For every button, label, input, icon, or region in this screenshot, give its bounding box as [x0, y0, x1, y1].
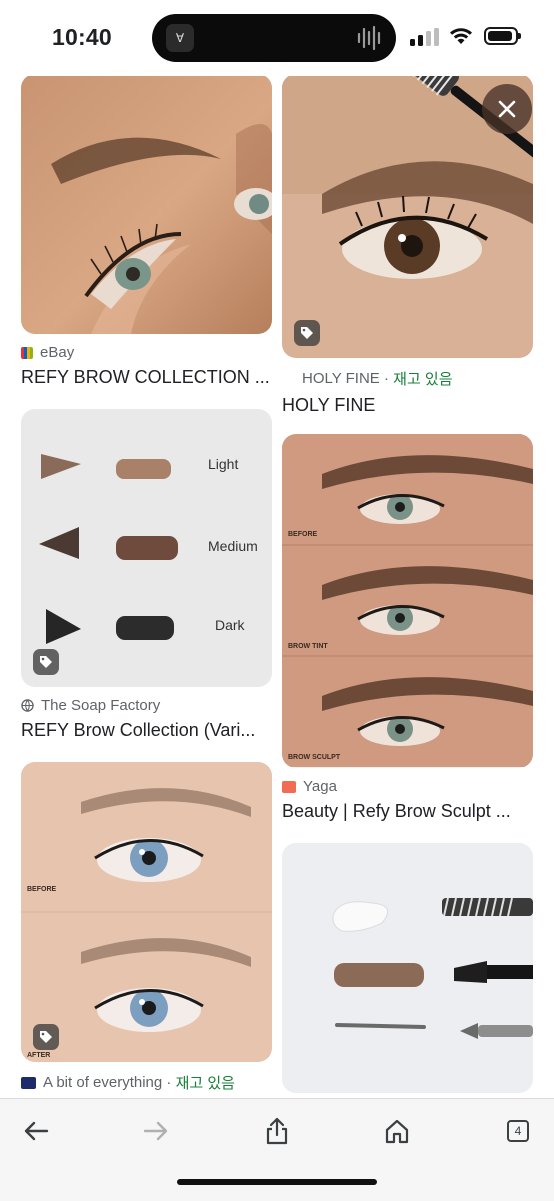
close-button[interactable] — [482, 84, 532, 134]
island-app-icon: ∀ — [166, 24, 194, 52]
wifi-icon — [450, 28, 472, 44]
share-button[interactable] — [255, 1113, 299, 1149]
result-card-yaga[interactable]: BEFORE BROW TINT BROW SCULPT Yaga Beauty… — [282, 434, 533, 822]
result-title[interactable]: HOLY FINE — [282, 395, 533, 416]
result-source: Yaga — [282, 778, 533, 795]
browser-toolbar: 4 — [0, 1098, 554, 1201]
product-image[interactable] — [282, 843, 533, 1093]
swatch-label-medium: Medium — [208, 538, 258, 554]
tag-icon — [40, 656, 52, 668]
share-icon — [266, 1117, 288, 1145]
source-name: A bit of everything — [43, 1074, 163, 1091]
swatch-label-light: Light — [208, 456, 239, 472]
close-icon — [498, 100, 516, 118]
tag-badge — [33, 1024, 59, 1050]
signal-icon — [410, 28, 439, 46]
yaga-favicon — [282, 780, 296, 793]
source-separator: · — [379, 370, 394, 387]
panel-label-before: BEFORE — [27, 886, 57, 893]
panel-label-brow-tint: BROW TINT — [288, 643, 328, 650]
source-name: Yaga — [303, 778, 337, 795]
stock-status: 재고 있음 — [175, 1075, 235, 1092]
tabs-count: 4 — [514, 1124, 522, 1138]
product-image[interactable]: BEFORE BROW TINT BROW SCULPT — [282, 434, 533, 768]
panel-label-before: BEFORE — [288, 531, 318, 538]
result-card-ebay[interactable]: eBay REFY BROW COLLECTION ... — [21, 74, 272, 388]
tag-badge — [294, 320, 320, 346]
panel-label-after: AFTER — [27, 1052, 51, 1059]
back-button[interactable] — [14, 1113, 58, 1149]
ebay-favicon — [21, 346, 33, 359]
result-card-abitofeverything[interactable]: BEFORE AFTER A bit of everything · 재고 있음 — [21, 762, 272, 1093]
audio-wave-icon — [357, 25, 381, 51]
product-image[interactable]: BEFORE AFTER — [21, 762, 272, 1062]
stock-status: 재고 있음 — [393, 371, 453, 388]
tag-icon — [40, 1031, 52, 1043]
status-bar: 10:40 ∀ — [0, 0, 554, 76]
source-name: The Soap Factory — [41, 697, 161, 714]
forward-arrow-icon — [143, 1121, 168, 1141]
tag-badge — [33, 649, 59, 675]
source-separator: · — [162, 1074, 176, 1091]
result-source: HOLY FINE · 재고 있음 — [282, 368, 533, 389]
dynamic-island: ∀ — [152, 14, 396, 62]
result-source: A bit of everything · 재고 있음 — [21, 1072, 272, 1093]
swatch-label-dark: Dark — [215, 617, 245, 633]
home-icon — [385, 1119, 409, 1144]
result-title[interactable]: REFY Brow Collection (Vari... — [21, 720, 272, 741]
battery-icon — [484, 27, 521, 45]
forward-button[interactable] — [134, 1113, 178, 1149]
result-card-soapfactory[interactable]: Light Medium Dark The Soap Factory REFY … — [21, 409, 272, 741]
panel-label-brow-sculpt: BROW SCULPT — [288, 754, 341, 761]
result-source: eBay — [21, 344, 272, 361]
result-card-brushes[interactable] — [282, 843, 533, 1093]
source-name: eBay — [40, 344, 75, 361]
home-indicator — [177, 1179, 377, 1185]
product-image[interactable]: Light Medium Dark — [21, 409, 272, 687]
result-source: The Soap Factory — [21, 697, 272, 714]
tabs-button[interactable]: 4 — [496, 1113, 540, 1149]
home-button[interactable] — [375, 1113, 419, 1149]
back-arrow-icon — [24, 1121, 49, 1141]
status-time: 10:40 — [52, 24, 112, 50]
source-name: HOLY FINE — [302, 370, 380, 387]
tag-icon — [301, 327, 313, 339]
tabs-icon: 4 — [507, 1120, 529, 1142]
globe-icon — [21, 699, 34, 712]
result-title[interactable]: REFY BROW COLLECTION ... — [21, 367, 272, 388]
product-image[interactable] — [21, 74, 272, 334]
result-title[interactable]: Beauty | Refy Brow Sculpt ... — [282, 801, 533, 822]
abitofeverything-favicon — [21, 1076, 36, 1089]
